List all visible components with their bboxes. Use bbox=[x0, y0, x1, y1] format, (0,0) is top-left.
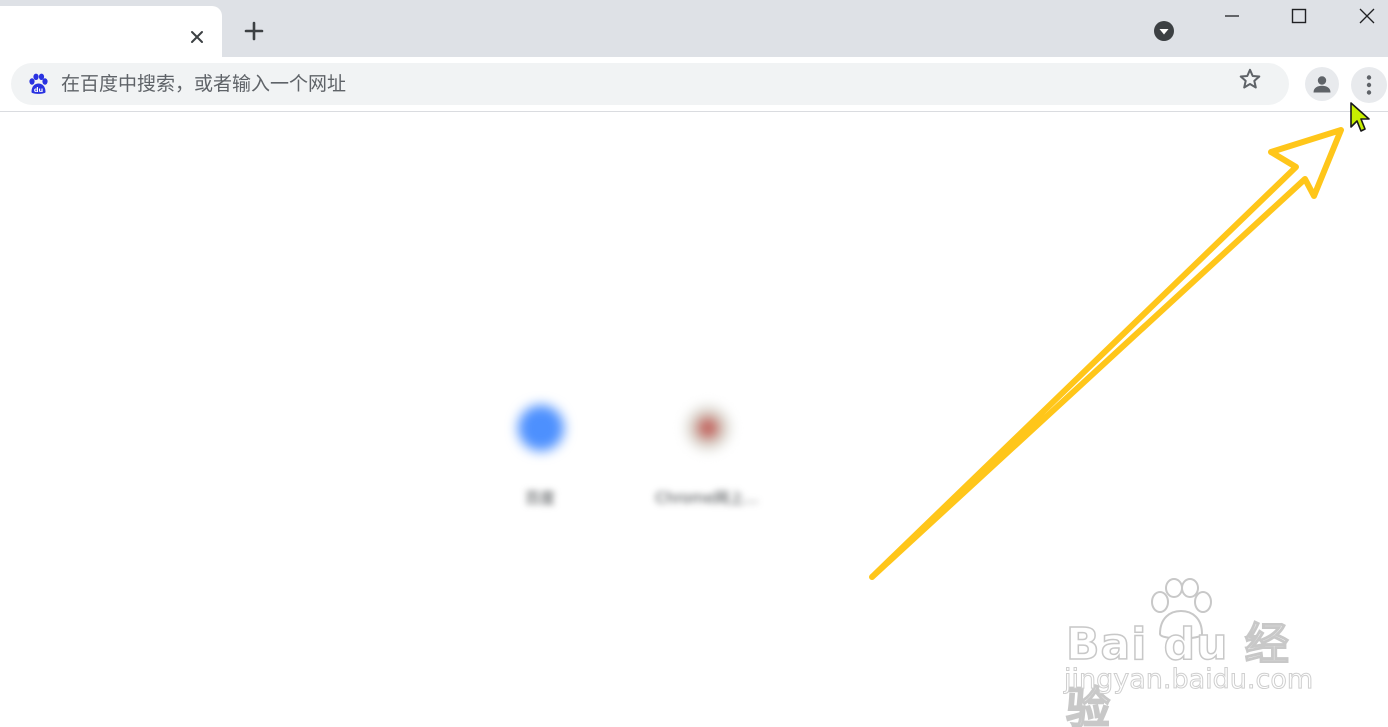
close-icon bbox=[191, 31, 203, 43]
mouse-cursor-icon bbox=[1350, 102, 1370, 132]
baidu-jingyan-watermark: Bai du 经验 jingyan.baidu.com bbox=[1060, 578, 1320, 727]
maximize-button[interactable] bbox=[1268, 0, 1330, 32]
three-dots-vertical-icon bbox=[1366, 75, 1372, 95]
tab-strip bbox=[0, 0, 1388, 57]
shortcut-icon bbox=[685, 405, 731, 451]
shortcut-icon bbox=[518, 405, 564, 451]
omnibox-input[interactable] bbox=[61, 63, 1211, 105]
browser-window: du 百度 Chrome网上... bbox=[0, 0, 1388, 727]
baidu-paw-icon: du bbox=[29, 73, 48, 94]
person-icon bbox=[1313, 76, 1331, 93]
star-icon bbox=[1239, 68, 1261, 89]
close-icon bbox=[1359, 8, 1375, 24]
minimize-button[interactable] bbox=[1201, 0, 1263, 32]
active-tab[interactable] bbox=[0, 6, 222, 57]
toolbar: du bbox=[0, 57, 1388, 112]
minimize-icon bbox=[1225, 15, 1239, 17]
omnibox[interactable]: du bbox=[11, 63, 1289, 105]
bookmark-star-button[interactable] bbox=[1237, 66, 1263, 92]
new-tab-button[interactable] bbox=[240, 17, 268, 45]
profile-button[interactable] bbox=[1305, 67, 1339, 101]
shortcut-tile[interactable]: Chrome网上... bbox=[642, 383, 772, 513]
shortcut-tile[interactable]: 百度 bbox=[475, 383, 605, 513]
maximize-icon bbox=[1291, 8, 1307, 24]
tab-close-button[interactable] bbox=[185, 25, 209, 49]
annotation-arrow bbox=[869, 127, 1344, 580]
watermark-url: jingyan.baidu.com bbox=[1063, 664, 1314, 696]
dropdown-circle-icon bbox=[1154, 21, 1174, 41]
svg-text:du: du bbox=[34, 86, 44, 94]
window-close-button[interactable] bbox=[1336, 0, 1388, 32]
tab-search-button[interactable] bbox=[1152, 19, 1176, 43]
shortcut-label: Chrome网上... bbox=[655, 489, 759, 507]
plus-icon bbox=[244, 21, 264, 41]
browser-menu-button[interactable] bbox=[1351, 67, 1387, 103]
shortcut-label: 百度 bbox=[524, 489, 555, 507]
